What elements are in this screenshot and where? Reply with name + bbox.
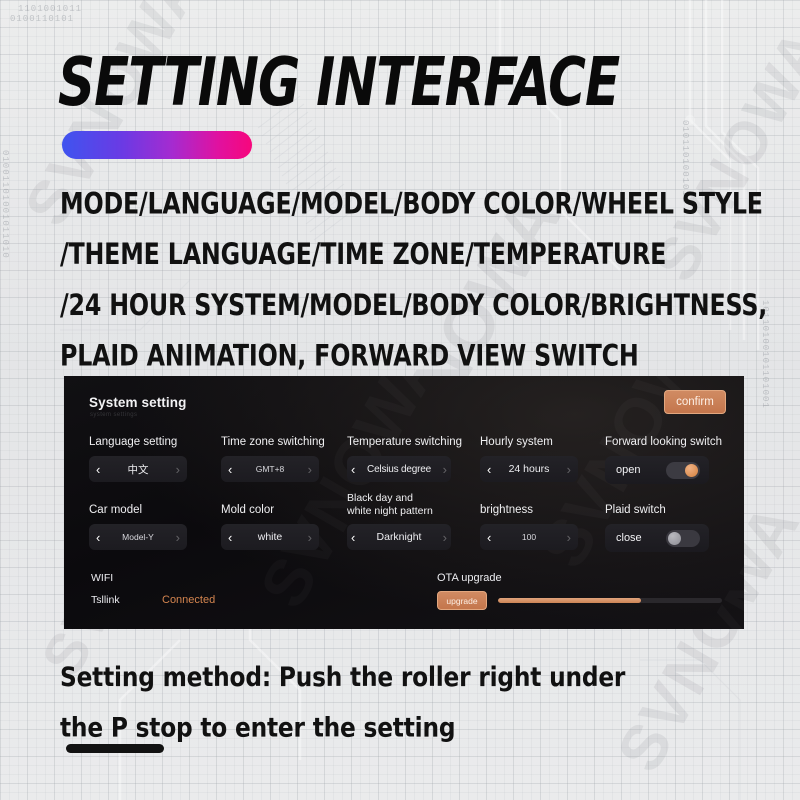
setting-mold-color: Mold color ‹ white › [221, 504, 347, 552]
setting-plaid-switch: Plaid switch close [605, 504, 729, 552]
settings-row-2: Car model ‹ Model-Y › Mold color ‹ white… [89, 492, 729, 552]
language-stepper[interactable]: ‹ 中文 › [89, 456, 187, 482]
settings-panel: SVNOWA SVNOWA SVNOWA System setting syst… [64, 376, 744, 629]
brightness-stepper[interactable]: ‹ 100 › [480, 524, 578, 550]
settings-row-1: Language setting ‹ 中文 › Time zone switch… [89, 436, 729, 484]
setting-car-model: Car model ‹ Model-Y › [89, 504, 221, 552]
setting-label: Plaid switch [605, 504, 666, 516]
time-zone-value: GMT+8 [255, 464, 285, 474]
page-title: SETTING INTERFACE [58, 44, 620, 122]
forward-looking-toggle[interactable]: open [605, 456, 709, 484]
chevron-right-icon[interactable]: › [567, 463, 571, 476]
setting-label: Car model [89, 504, 143, 516]
day-night-pattern-stepper[interactable]: ‹ Darknight › [347, 524, 451, 550]
toggle-knob-icon [668, 531, 681, 545]
car-model-stepper[interactable]: ‹ Model-Y › [89, 524, 187, 550]
subtitle-line: /THEME LANGUAGE/TIME ZONE/TEMPERATURE [60, 237, 667, 272]
ota-progress-fill [498, 598, 642, 603]
plaid-switch-state-label: close [616, 532, 642, 544]
hourly-system-stepper[interactable]: ‹ 24 hours › [480, 456, 578, 482]
forward-looking-state-label: open [616, 464, 641, 476]
upgrade-button[interactable]: upgrade [437, 591, 487, 610]
setting-label-line-2: white night pattern [347, 505, 433, 517]
setting-language: Language setting ‹ 中文 › [89, 436, 221, 484]
footer-rule [66, 744, 164, 753]
mold-color-value: white [257, 531, 283, 543]
setting-forward-looking: Forward looking switch open [605, 436, 729, 484]
setting-method-caption: Setting method: Push the roller right un… [60, 652, 700, 753]
setting-label: Language setting [89, 436, 178, 448]
subtitle-line: PLAID ANIMATION, FORWARD VIEW SWITCH [60, 338, 639, 373]
panel-title: System setting [89, 395, 187, 410]
brightness-value: 100 [521, 532, 537, 542]
page-root: SETTING INTERFACE MODE/LANGUAGE/MODEL/BO… [0, 0, 800, 800]
confirm-button[interactable]: confirm [664, 390, 726, 414]
ota-progress-bar [498, 598, 722, 603]
setting-time-zone: Time zone switching ‹ GMT+8 › [221, 436, 347, 484]
subtitle-line: MODE/LANGUAGE/MODEL/BODY COLOR/WHEEL STY… [60, 186, 763, 221]
setting-label: Temperature switching [347, 436, 463, 448]
chevron-right-icon[interactable]: › [176, 463, 180, 476]
wifi-label: WIFI [91, 572, 114, 584]
setting-brightness: brightness ‹ 100 › [480, 504, 605, 552]
subtitle-line: /24 HOUR SYSTEM/MODEL/BODY COLOR/BRIGHTN… [60, 287, 768, 322]
setting-label: brightness [480, 504, 534, 516]
chevron-right-icon[interactable]: › [443, 531, 447, 544]
panel-subtitle-faint: system settings [90, 412, 138, 418]
wifi-network-name: Tsllink [91, 594, 120, 606]
temperature-stepper[interactable]: ‹ Celsius degree › [347, 456, 451, 482]
feature-list-subtitle: MODE/LANGUAGE/MODEL/BODY COLOR/WHEEL STY… [60, 178, 768, 381]
mold-color-stepper[interactable]: ‹ white › [221, 524, 319, 550]
toggle-switch-off[interactable] [666, 529, 700, 547]
chevron-right-icon[interactable]: › [176, 531, 180, 544]
toggle-switch-on[interactable] [666, 461, 700, 479]
setting-day-night-pattern: Black day and white night pattern ‹ Dark… [347, 492, 480, 552]
language-value: 中文 [127, 463, 149, 476]
ota-upgrade-label: OTA upgrade [437, 572, 502, 584]
plaid-switch-toggle[interactable]: close [605, 524, 709, 552]
accent-gradient-bar [62, 131, 252, 159]
day-night-pattern-value: Darknight [376, 531, 422, 543]
caption-line: Setting method: Push the roller right un… [60, 661, 626, 693]
setting-hourly-system: Hourly system ‹ 24 hours › [480, 436, 605, 484]
temperature-value: Celsius degree [367, 463, 431, 475]
chevron-right-icon[interactable]: › [308, 463, 312, 476]
toggle-knob-icon [685, 463, 698, 477]
wifi-status-badge: Connected [162, 594, 216, 606]
hourly-system-value: 24 hours [508, 463, 550, 475]
setting-label: Time zone switching [221, 436, 325, 448]
setting-label: Hourly system [480, 436, 553, 448]
setting-temperature: Temperature switching ‹ Celsius degree › [347, 436, 480, 484]
setting-label: Forward looking switch [605, 436, 722, 448]
car-model-value: Model-Y [122, 532, 154, 542]
chevron-right-icon[interactable]: › [308, 531, 312, 544]
chevron-right-icon[interactable]: › [443, 463, 447, 476]
setting-label-line-1: Black day and [347, 492, 413, 504]
setting-label: Mold color [221, 504, 275, 516]
chevron-right-icon[interactable]: › [567, 531, 571, 544]
time-zone-stepper[interactable]: ‹ GMT+8 › [221, 456, 319, 482]
